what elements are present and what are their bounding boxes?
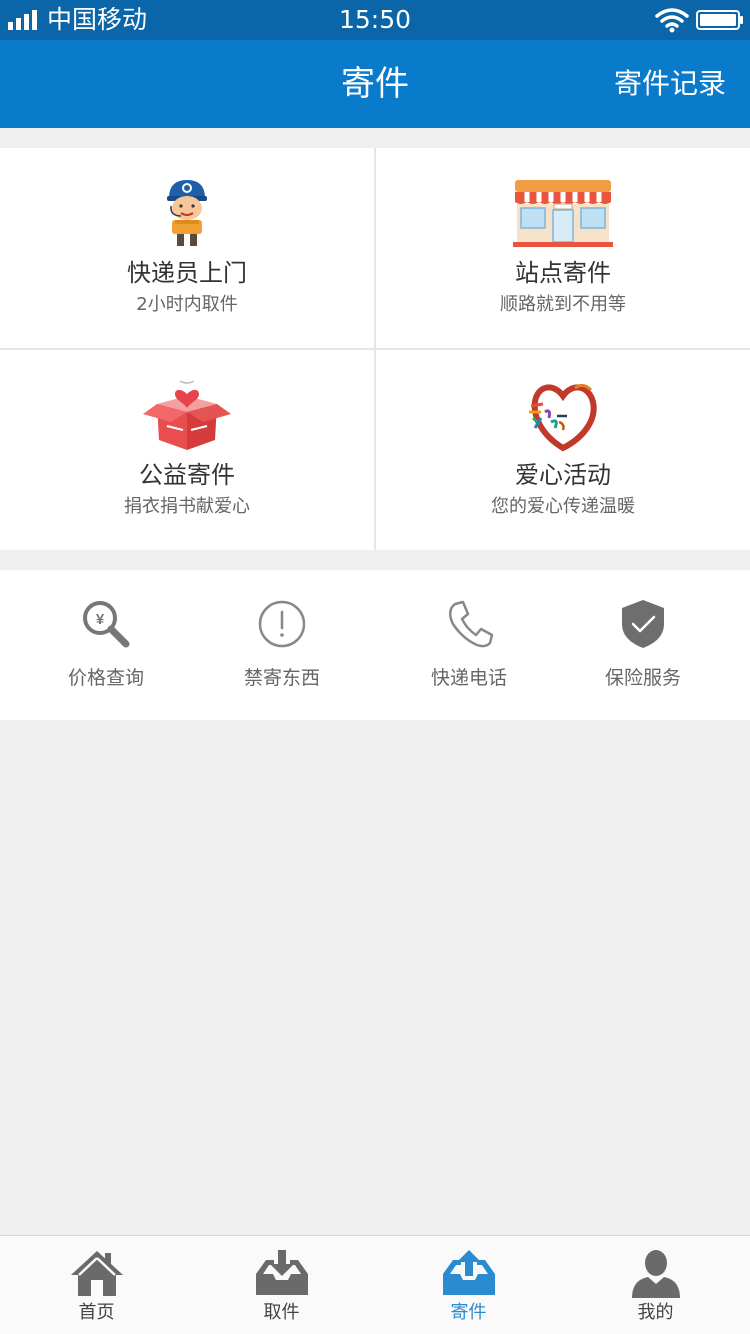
service-title: 爱心活动: [515, 461, 611, 489]
tab-label: 我的: [637, 1302, 674, 1323]
wifi-icon: [655, 8, 689, 33]
service-subtitle: 顺路就到不用等: [500, 294, 626, 315]
phone-icon: [449, 600, 494, 648]
tool-insurance-service[interactable]: 保险服务: [549, 570, 737, 720]
love-heart-icon: [529, 383, 597, 452]
tab-send[interactable]: 寄件: [375, 1236, 562, 1334]
status-time: 15:50: [338, 5, 412, 34]
tools-row: ¥ 价格查询 禁寄东西 快递电话 保险服务: [0, 570, 750, 720]
tab-mine[interactable]: 我的: [562, 1236, 749, 1334]
home-icon: [71, 1251, 123, 1296]
service-title: 快递员上门: [127, 259, 247, 287]
tab-label: 取件: [263, 1302, 300, 1323]
service-subtitle: 2小时内取件: [136, 294, 238, 315]
user-icon: [632, 1250, 680, 1298]
service-card-station[interactable]: 站点寄件 顺路就到不用等: [376, 148, 750, 348]
svg-text:¥: ¥: [96, 611, 105, 628]
service-title: 公益寄件: [139, 461, 235, 489]
store-icon: [513, 180, 613, 247]
tool-express-phone[interactable]: 快递电话: [375, 570, 563, 720]
gift-box-icon: [143, 380, 231, 450]
tab-label: 寄件: [450, 1302, 487, 1323]
service-title: 站点寄件: [515, 259, 611, 287]
tool-label: 价格查询: [67, 667, 144, 689]
nav-bar: 寄件 寄件记录: [0, 40, 750, 128]
courier-icon: [167, 180, 207, 246]
shield-check-icon: [622, 600, 664, 648]
tab-pickup[interactable]: 取件: [188, 1236, 375, 1334]
service-subtitle: 您的爱心传递温暖: [491, 496, 635, 517]
tool-label: 保险服务: [604, 667, 681, 689]
service-card-love[interactable]: 爱心活动 您的爱心传递温暖: [376, 350, 750, 550]
inbox-download-icon: [256, 1250, 308, 1295]
tool-price-query[interactable]: ¥ 价格查询: [12, 570, 200, 720]
service-subtitle: 捐衣捐书献爱心: [124, 496, 250, 517]
tab-label: 首页: [78, 1302, 115, 1323]
status-bar: 中国移动 15:50: [0, 0, 750, 40]
service-card-charity[interactable]: 公益寄件 捐衣捐书献爱心: [0, 350, 374, 550]
price-search-icon: ¥: [83, 601, 130, 648]
tool-label: 禁寄东西: [243, 667, 320, 689]
send-records-button[interactable]: 寄件记录: [614, 66, 726, 102]
service-grid: 快递员上门 2小时内取件 站点寄件 顺路就到不用等 公益寄件 捐衣捐书献爱心 爱…: [0, 148, 750, 550]
warning-icon: [258, 600, 306, 648]
tool-label: 快递电话: [430, 667, 507, 689]
inbox-upload-icon: [443, 1250, 495, 1295]
tab-home[interactable]: 首页: [3, 1236, 190, 1334]
tool-prohibited-items[interactable]: 禁寄东西: [188, 570, 376, 720]
bottom-tab-bar: 首页 取件 寄件 我的: [0, 1235, 750, 1334]
battery-icon: [696, 10, 743, 30]
service-card-courier[interactable]: 快递员上门 2小时内取件: [0, 148, 374, 348]
